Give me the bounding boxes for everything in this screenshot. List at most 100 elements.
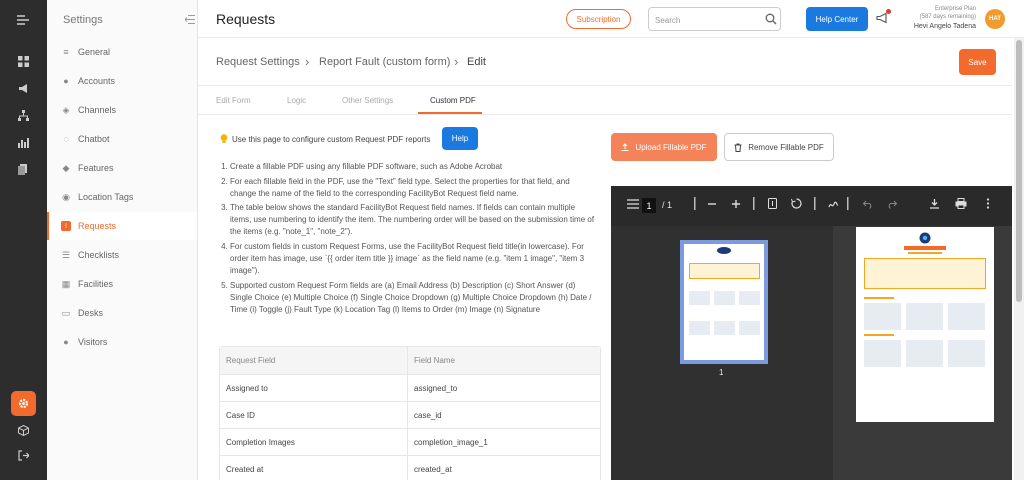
more-options-icon[interactable] <box>986 198 990 212</box>
tab-logic[interactable]: Logic <box>287 96 306 105</box>
pdf-thumbnails-pane: 1 <box>611 226 833 480</box>
instructions-list: Create a fillable PDF using any fillable… <box>220 161 598 319</box>
remove-fillable-pdf-button[interactable]: Remove Fillable PDF <box>724 133 834 161</box>
thumb-form-block <box>689 263 760 279</box>
sidebar-item-channels[interactable]: ◈ Channels <box>47 96 197 124</box>
sidebar-item-features[interactable]: ◆ Features <box>47 154 197 182</box>
save-button[interactable]: Save <box>959 49 996 75</box>
cell-request-field: Completion Images <box>220 429 408 455</box>
sidebar-toggle-icon[interactable] <box>627 198 639 212</box>
sidebar-item-general[interactable]: ≡ General <box>47 38 197 66</box>
header-field-name: Field Name <box>414 356 455 365</box>
tab-other-settings[interactable]: Other Settings <box>342 96 393 105</box>
tab-bar: Edit Form Logic Other Settings Custom PD… <box>198 86 1012 115</box>
thumb-logo <box>717 247 731 254</box>
sidebar-item-desks[interactable]: ▭ Desks <box>47 299 197 327</box>
sidebar-collapse-icon[interactable] <box>184 13 195 27</box>
fit-page-icon[interactable] <box>768 198 777 212</box>
pdf-form-block <box>864 258 986 289</box>
dashboard-icon[interactable] <box>12 50 34 72</box>
search-input[interactable] <box>655 13 760 27</box>
upload-fillable-pdf-button[interactable]: Upload Fillable PDF <box>611 133 717 161</box>
sidebar-item-visitors[interactable]: ● Visitors <box>47 328 197 356</box>
thumb-image-slot <box>689 321 710 335</box>
sidebar-item-label: General <box>78 47 111 57</box>
sidebar-item-chatbot[interactable]: ◌ Chatbot <box>47 125 197 153</box>
subscription-button[interactable]: Subscription <box>566 9 631 29</box>
sidebar-item-requests[interactable]: ! Requests <box>47 212 197 240</box>
tab-edit-form[interactable]: Edit Form <box>216 96 251 105</box>
sliders-icon: ≡ <box>63 47 69 57</box>
sidebar-item-facilities[interactable]: ▦ Facilities <box>47 270 197 298</box>
cell-field-name: assigned_to <box>414 383 458 393</box>
user-name[interactable]: Hevi Angelo Tadena <box>888 23 976 30</box>
sidebar-item-location-tags[interactable]: ◉ Location Tags <box>47 183 197 211</box>
zoom-in-icon[interactable] <box>731 198 741 212</box>
download-icon[interactable] <box>929 198 940 212</box>
toolbar-divider: | <box>752 194 756 210</box>
help-center-button[interactable]: Help Center <box>806 7 868 31</box>
page-number-input[interactable]: 1 <box>642 198 656 213</box>
cell-request-field: Created at <box>220 456 408 480</box>
instruction-item: For custom fields in custom Request Form… <box>230 241 598 277</box>
sidebar-item-label: Facilities <box>78 279 114 289</box>
avatar[interactable]: HAT <box>985 9 1005 29</box>
sidebar-title: Settings <box>63 14 103 26</box>
rotate-icon[interactable] <box>791 198 802 212</box>
breadcrumb-report-fault[interactable]: Report Fault (custom form) <box>319 56 450 68</box>
scrollbar-thumb[interactable] <box>1016 40 1022 302</box>
sidebar-item-checklists[interactable]: ☰ Checklists <box>47 241 197 269</box>
remove-label: Remove Fillable PDF <box>748 142 824 152</box>
help-button[interactable]: Help <box>442 127 478 150</box>
pdf-brand-bar <box>904 246 946 250</box>
lightbulb-icon <box>220 134 228 143</box>
pdf-subtitle-bar <box>908 252 942 254</box>
zoom-out-icon[interactable] <box>707 198 717 212</box>
page-scrollbar[interactable] <box>1014 38 1024 480</box>
sidebar-item-label: Accounts <box>78 76 116 86</box>
megaphone-icon[interactable] <box>876 12 888 24</box>
info-text: Use this page to configure custom Reques… <box>232 135 431 144</box>
pdf-toolbar: 1 / 1 | | | | <box>611 186 1012 226</box>
pdf-image-slot <box>906 303 943 330</box>
breadcrumb-request-settings[interactable]: Request Settings <box>216 56 300 68</box>
settings-gear-icon[interactable] <box>11 391 36 416</box>
documents-icon[interactable] <box>12 158 34 180</box>
facility-icon: ▦ <box>61 278 71 289</box>
feature-icon: ◆ <box>62 162 70 173</box>
analytics-icon[interactable] <box>12 131 34 153</box>
logout-icon[interactable] <box>12 444 34 466</box>
breadcrumb-separator-icon: › <box>305 54 310 69</box>
table-row: Created at created_at <box>220 456 600 480</box>
header-request-field: Request Field <box>220 347 408 374</box>
pdf-section-label-bar <box>864 334 894 336</box>
pdf-image-slot <box>864 303 901 330</box>
sidebar-item-label: Checklists <box>78 250 120 260</box>
search-icon[interactable] <box>765 13 777 25</box>
pdf-section-label-bar <box>864 297 894 299</box>
cell-request-field: Assigned to <box>220 375 408 401</box>
sitemap-icon[interactable] <box>12 104 34 126</box>
instruction-item: The table below shows the standard Facil… <box>230 202 598 238</box>
toolbar-divider: | <box>813 194 817 210</box>
pdf-image-slot <box>948 303 985 330</box>
undo-icon[interactable] <box>862 198 873 212</box>
announcement-icon[interactable] <box>12 77 34 99</box>
menu-collapse-icon[interactable] <box>12 9 34 31</box>
package-icon[interactable] <box>12 419 34 441</box>
sidebar-item-label: Requests <box>78 221 117 231</box>
table-row: Assigned to assigned_to <box>220 375 600 402</box>
tab-custom-pdf[interactable]: Custom PDF <box>430 96 476 105</box>
page-thumbnail[interactable] <box>680 240 768 364</box>
sidebar-item-accounts[interactable]: ● Accounts <box>47 67 197 95</box>
sidebar-item-label: Chatbot <box>78 134 110 144</box>
chat-icon: ◌ <box>63 134 69 144</box>
thumb-image-slot <box>739 291 760 305</box>
draw-icon[interactable] <box>828 198 839 212</box>
redo-icon[interactable] <box>887 198 898 212</box>
print-icon[interactable] <box>955 198 967 212</box>
link-icon: ◈ <box>62 104 70 115</box>
active-tab-indicator <box>418 112 482 114</box>
pdf-viewer: 1 / 1 | | | | 1 <box>611 186 1012 480</box>
app-rail <box>0 0 47 480</box>
